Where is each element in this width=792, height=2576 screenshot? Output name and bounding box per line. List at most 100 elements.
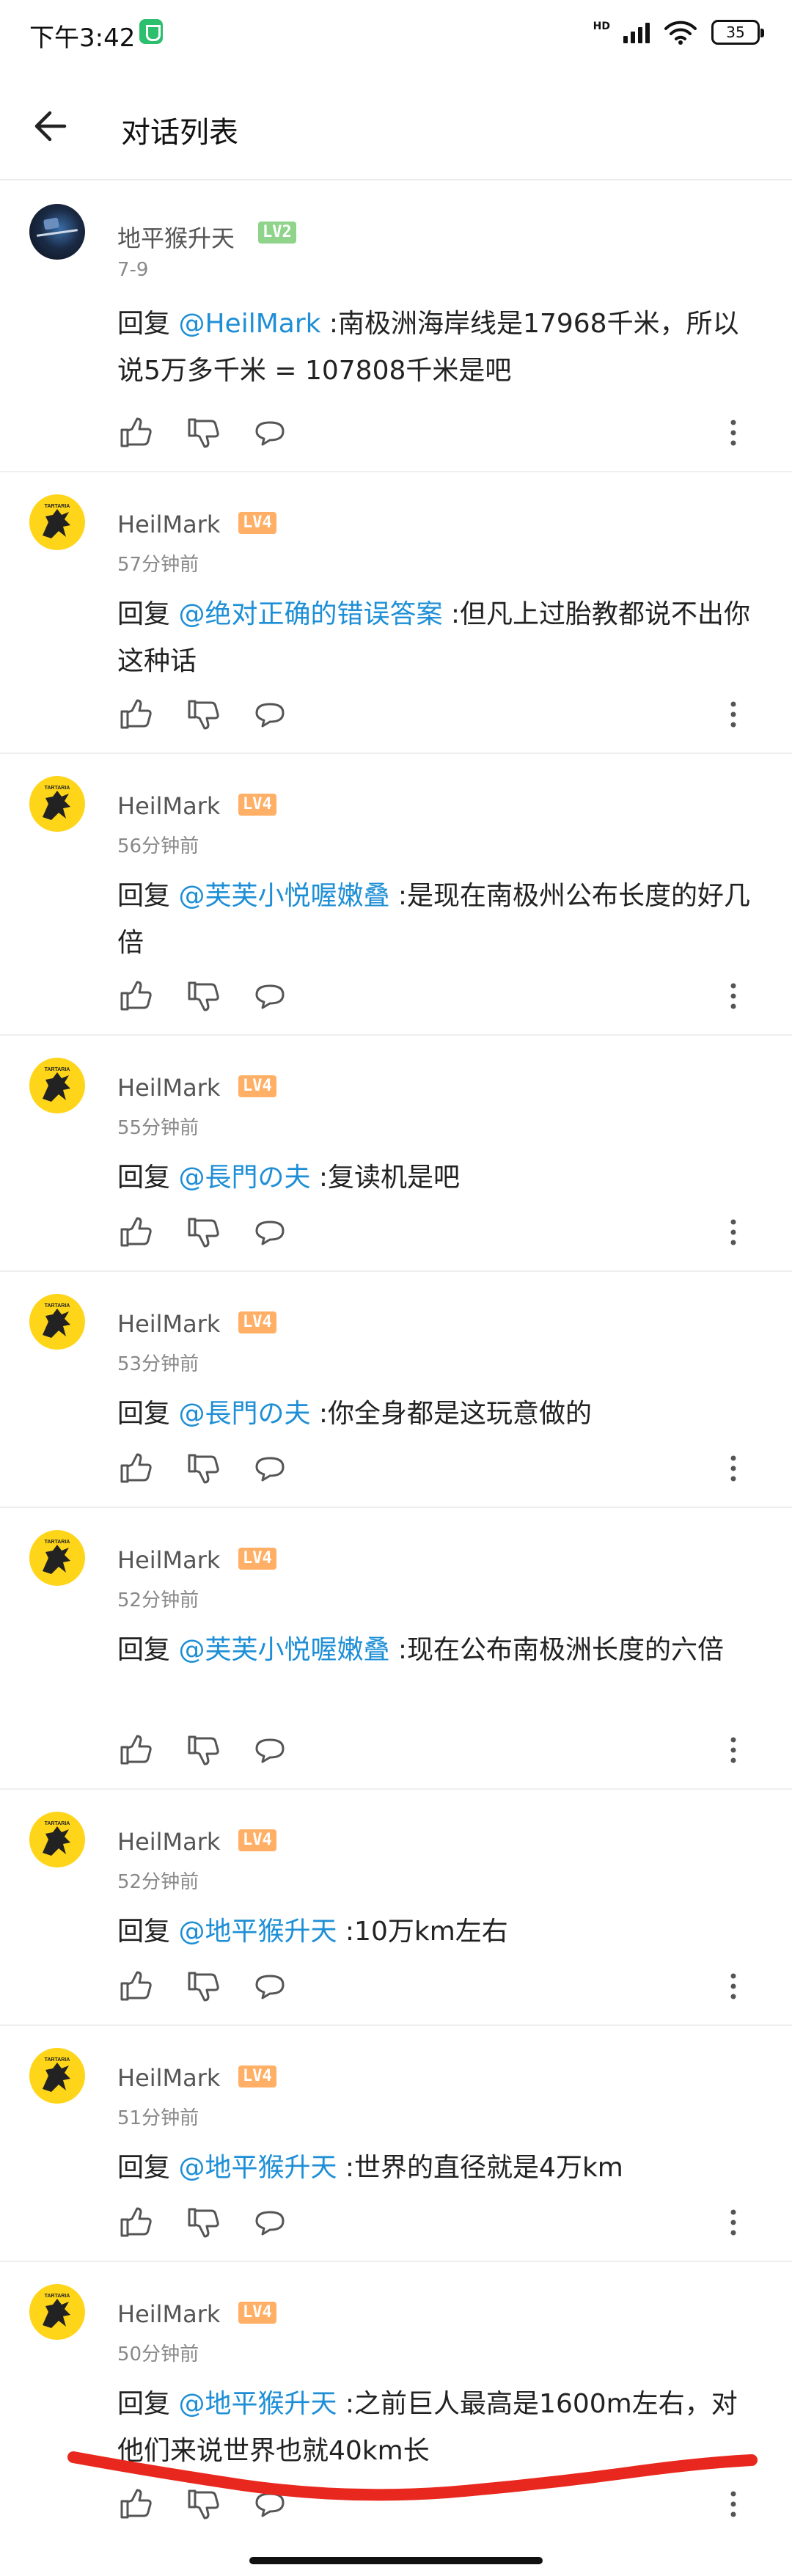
- avatar[interactable]: TARTARIA: [29, 1058, 85, 1113]
- username[interactable]: HeilMark: [117, 1828, 220, 1856]
- mention-link[interactable]: @芙芙小悦喔嫩叠: [178, 1635, 389, 1665]
- comment-actions: [117, 1964, 763, 2008]
- comment-bubble-icon[interactable]: [252, 1451, 287, 1486]
- back-arrow-icon[interactable]: [29, 104, 73, 148]
- thumb-down-icon[interactable]: [185, 1451, 220, 1486]
- reply-prefix: 回复: [117, 881, 171, 911]
- reply-prefix: 回复: [117, 1917, 171, 1947]
- comment-text: :现在公布南极洲长度的六倍: [389, 1635, 725, 1665]
- username[interactable]: HeilMark: [117, 2300, 220, 2328]
- comment-bubble-icon[interactable]: [252, 1969, 287, 2004]
- more-vertical-icon[interactable]: [726, 1732, 741, 1768]
- thumb-down-icon[interactable]: [185, 2205, 220, 2240]
- avatar[interactable]: TARTARIA: [29, 1530, 85, 1586]
- mention-link[interactable]: @绝对正确的错误答案: [178, 599, 442, 629]
- thumb-down-icon[interactable]: [185, 415, 220, 450]
- comment-item: TARTARIA HeilMark LV4 53分钟前 回复 @長門の夫 :你全…: [0, 1272, 792, 1508]
- thumb-down-icon[interactable]: [185, 697, 220, 732]
- avatar[interactable]: TARTARIA: [29, 2048, 85, 2104]
- comment-time: 52分钟前: [117, 1871, 199, 1893]
- comment-text: :10万km左右: [337, 1917, 508, 1947]
- comment-bubble-icon[interactable]: [252, 697, 287, 732]
- thumb-down-icon[interactable]: [185, 1732, 220, 1768]
- avatar[interactable]: TARTARIA: [29, 776, 85, 832]
- svg-text:TARTARIA: TARTARIA: [45, 2294, 70, 2299]
- thumb-up-icon[interactable]: [117, 1969, 153, 2004]
- comment-time: 53分钟前: [117, 1353, 199, 1375]
- comment-body: 回复 @芙芙小悦喔嫩叠 :现在公布南极洲长度的六倍: [117, 1627, 763, 1674]
- thumb-up-icon[interactable]: [117, 1215, 153, 1250]
- avatar[interactable]: TARTARIA: [29, 1812, 85, 1867]
- comment-bubble-icon[interactable]: [252, 978, 287, 1014]
- username[interactable]: HeilMark: [117, 1074, 220, 1102]
- username[interactable]: HeilMark: [117, 1546, 220, 1574]
- svg-text:TARTARIA: TARTARIA: [45, 786, 70, 791]
- mention-link[interactable]: @地平猴升天: [178, 2389, 337, 2419]
- status-icons: HD 35: [593, 18, 764, 47]
- thumb-down-icon[interactable]: [185, 1215, 220, 1250]
- comment-bubble-icon[interactable]: [252, 415, 287, 450]
- comment-time: 51分钟前: [117, 2107, 199, 2129]
- comment-time: 7-9: [117, 259, 149, 281]
- more-vertical-icon[interactable]: [726, 1969, 741, 2004]
- avatar[interactable]: TARTARIA: [29, 494, 85, 550]
- mention-link[interactable]: @長門の夫: [178, 1163, 310, 1193]
- comment-time: 52分钟前: [117, 1589, 199, 1611]
- avatar[interactable]: [29, 204, 85, 260]
- comment-bubble-icon[interactable]: [252, 2205, 287, 2240]
- avatar[interactable]: TARTARIA: [29, 2284, 85, 2340]
- comment-bubble-icon[interactable]: [252, 1215, 287, 1250]
- svg-text:TARTARIA: TARTARIA: [45, 1067, 70, 1072]
- comment-item: TARTARIA HeilMark LV4 52分钟前 回复 @芙芙小悦喔嫩叠 …: [0, 1508, 792, 1790]
- comment-bubble-icon[interactable]: [252, 1732, 287, 1768]
- mention-link[interactable]: @HeilMark: [178, 309, 320, 339]
- level-badge: LV4: [238, 1311, 276, 1333]
- thumb-up-icon[interactable]: [117, 697, 153, 732]
- more-vertical-icon[interactable]: [726, 1215, 741, 1250]
- more-vertical-icon[interactable]: [726, 1451, 741, 1486]
- comment-text: :世界的直径就是4万km: [337, 2153, 623, 2183]
- mention-link[interactable]: @地平猴升天: [178, 2153, 337, 2183]
- thumb-up-icon[interactable]: [117, 978, 153, 1014]
- status-time: 下午3:42: [29, 23, 136, 53]
- thumb-down-icon[interactable]: [185, 1969, 220, 2004]
- comment-text: :复读机是吧: [310, 1163, 461, 1193]
- mention-link[interactable]: @地平猴升天: [178, 1917, 337, 1947]
- status-bar: 下午3:42 HD 35: [0, 0, 792, 70]
- thumb-up-icon[interactable]: [117, 415, 153, 450]
- thumb-up-icon[interactable]: [117, 1732, 153, 1768]
- username[interactable]: 地平猴升天: [117, 220, 235, 254]
- mention-link[interactable]: @芙芙小悦喔嫩叠: [178, 881, 389, 911]
- reply-prefix: 回复: [117, 1399, 171, 1429]
- username[interactable]: HeilMark: [117, 511, 220, 538]
- level-badge: LV4: [238, 2302, 276, 2324]
- more-vertical-icon[interactable]: [726, 415, 741, 450]
- more-vertical-icon[interactable]: [726, 978, 741, 1014]
- comment-time: 50分钟前: [117, 2343, 199, 2365]
- comment-item: TARTARIA HeilMark LV4 55分钟前 回复 @長門の夫 :复读…: [0, 1036, 792, 1272]
- thumb-up-icon[interactable]: [117, 1451, 153, 1486]
- screen: 下午3:42 HD 35 对话列表 地平猴升天 LV2 7-9 回复 @Heil…: [0, 0, 792, 2576]
- more-vertical-icon[interactable]: [726, 697, 741, 732]
- comment-actions: [117, 1446, 763, 1490]
- comment-body: 回复 @地平猴升天 :世界的直径就是4万km: [117, 2145, 763, 2192]
- hd-label: HD: [593, 21, 610, 32]
- thumb-up-icon[interactable]: [117, 2205, 153, 2240]
- thumb-down-icon[interactable]: [185, 978, 220, 1014]
- avatar[interactable]: TARTARIA: [29, 1294, 85, 1350]
- security-shield-icon: [139, 19, 163, 44]
- comment-actions: [117, 2200, 763, 2244]
- mention-link[interactable]: @長門の夫: [178, 1399, 310, 1429]
- reply-prefix: 回复: [117, 2389, 171, 2419]
- username[interactable]: HeilMark: [117, 792, 220, 820]
- battery-icon: 35: [711, 20, 764, 45]
- app-header: 对话列表: [0, 70, 792, 180]
- home-indicator: [249, 2557, 543, 2564]
- more-vertical-icon[interactable]: [726, 2205, 741, 2240]
- comment-item: TARTARIA HeilMark LV4 51分钟前 回复 @地平猴升天 :世…: [0, 2026, 792, 2262]
- comment-actions: [117, 411, 763, 455]
- username[interactable]: HeilMark: [117, 2064, 220, 2092]
- svg-text:TARTARIA: TARTARIA: [45, 2057, 70, 2063]
- username[interactable]: HeilMark: [117, 1310, 220, 1338]
- svg-text:TARTARIA: TARTARIA: [45, 1303, 70, 1309]
